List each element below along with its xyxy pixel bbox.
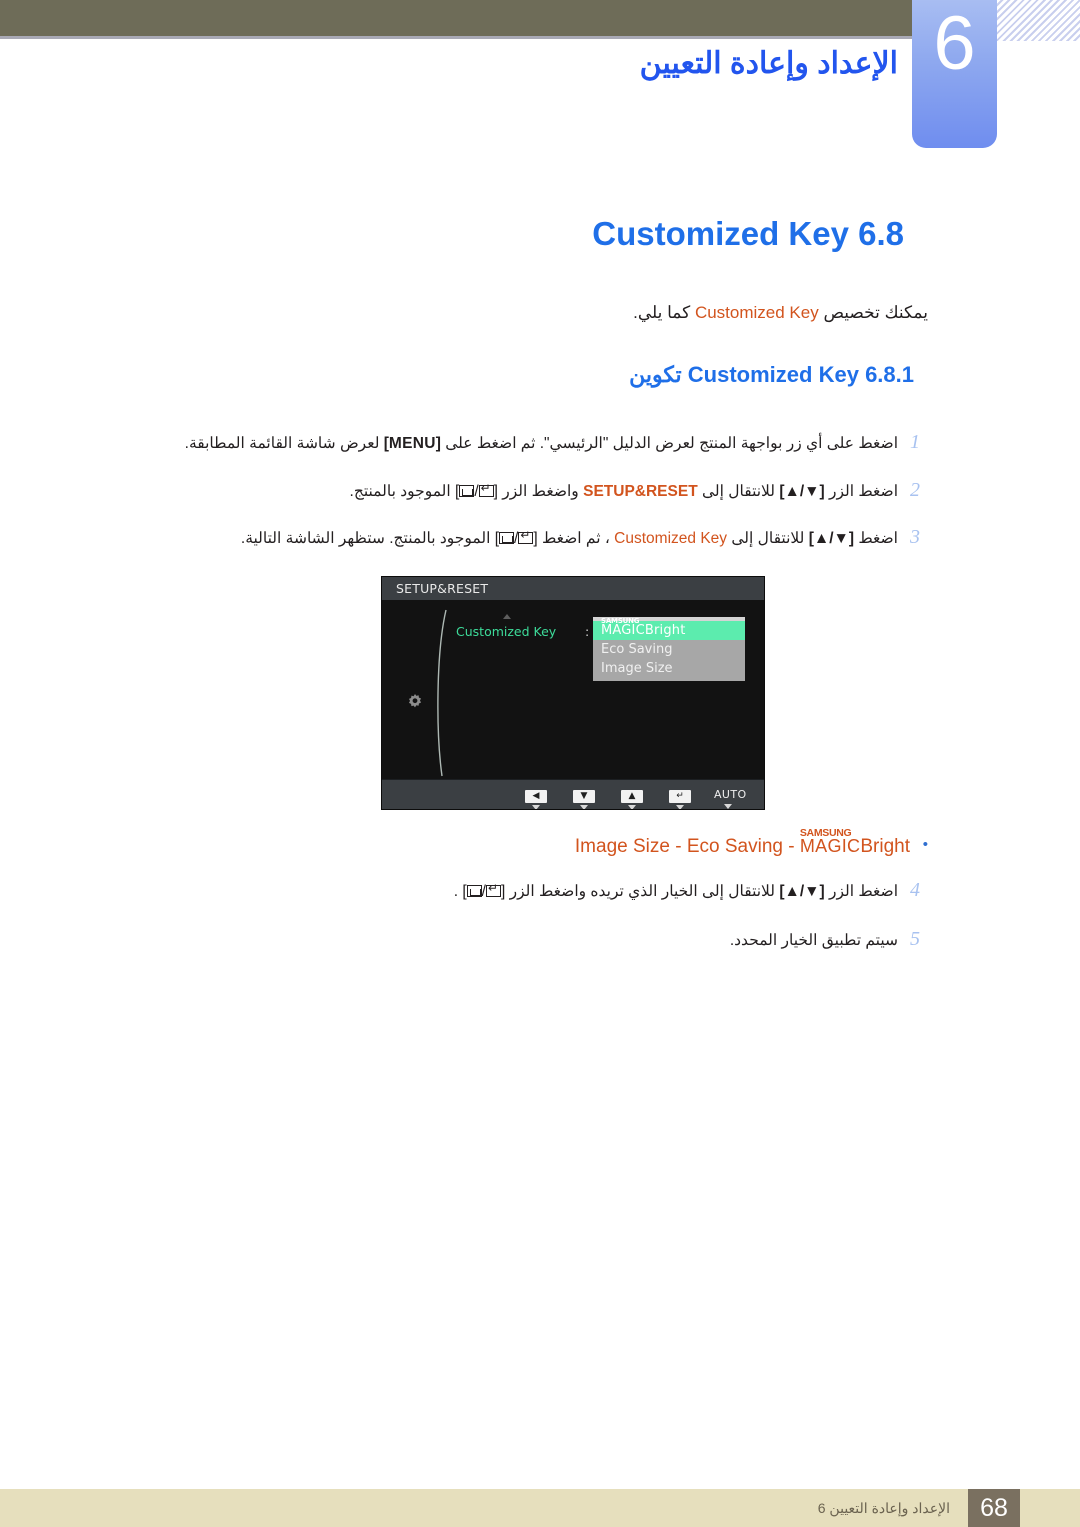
page-content: 6.8 Customized Key يمكنك تخصيص Customize… bbox=[0, 0, 1080, 1527]
step-text-d: الموجود بالمنتج. ستظهر الشاشة التالية. bbox=[240, 530, 491, 547]
osd-button-up[interactable]: ▲ bbox=[618, 783, 646, 809]
osd-button-auto[interactable]: AUTO bbox=[714, 783, 746, 809]
osd-menu-item-eco-saving[interactable]: Eco Saving bbox=[593, 640, 745, 659]
section-heading: 6.8 Customized Key bbox=[592, 215, 920, 253]
step-4: 4 اضغط الزر [▲/▼] للانتقال إلى الخيار الذ… bbox=[454, 876, 928, 904]
step-key-menu: [MENU] bbox=[383, 435, 441, 452]
bright-word: Bright bbox=[644, 623, 686, 638]
step-text-c: ، ثم اضغط bbox=[541, 530, 610, 547]
button-tick-icon bbox=[580, 805, 588, 809]
section-intro: يمكنك تخصيص Customized Key كما يلي. bbox=[633, 303, 928, 323]
step-number: 1 bbox=[910, 431, 920, 453]
magicbright-logo-inline: SAMSUNG MAGIC bbox=[799, 827, 861, 858]
osd-button-down[interactable]: ▼ bbox=[570, 783, 598, 809]
subsection-title-ar: تكوين bbox=[629, 362, 682, 387]
step-number: 5 bbox=[910, 928, 920, 950]
step-2: 2 اضغط الزر [▲/▼] للانتقال إلى SETUP&RESE… bbox=[350, 476, 928, 504]
step-text-b: للانتقال إلى الخيار الذي تريده واضغط الز… bbox=[509, 883, 776, 900]
down-arrow-icon: ▼ bbox=[573, 790, 595, 803]
enter-icon: ↵ bbox=[669, 790, 691, 803]
subsection-title-ltr: Customized Key bbox=[687, 362, 859, 387]
step-highlight-setup-reset: SETUP&RESET bbox=[583, 483, 698, 500]
footer-chapter-text: الإعداد وإعادة التعيين 6 bbox=[817, 1500, 950, 1516]
subsection-heading: 6.8.1 Customized Key تكوين bbox=[629, 362, 928, 388]
step-key-enter-window: [/] bbox=[495, 529, 538, 547]
magic-word: MAGIC bbox=[799, 836, 861, 856]
step-text-d: الموجود بالمنتج. bbox=[349, 483, 451, 500]
step-key-enter-window: [/] bbox=[455, 482, 498, 500]
step-text-b: للانتقال إلى bbox=[701, 483, 776, 500]
options-bullet-line: • Image Size - Eco Saving - SAMSUNG MAGICB… bbox=[574, 827, 928, 858]
enter-icon bbox=[485, 882, 501, 897]
osd-button-bar: ◀ ▼ ▲ ↵ AUTO bbox=[382, 779, 764, 809]
osd-menu-item-magicbright[interactable]: SAMSUNG MAGIC Bright bbox=[593, 617, 745, 640]
step-text-b: للانتقال إلى bbox=[731, 530, 805, 547]
section-number: 6.8 bbox=[858, 215, 904, 252]
intro-text-after: كما يلي. bbox=[633, 303, 691, 322]
step-number: 3 bbox=[910, 526, 920, 548]
left-arrow-icon: ◀ bbox=[525, 790, 547, 803]
step-key-updown: [▲/▼] bbox=[808, 530, 855, 547]
osd-row-label: Customized Key bbox=[456, 624, 557, 639]
step-number: 2 bbox=[910, 479, 920, 501]
step-key-updown: [▲/▼] bbox=[779, 883, 825, 900]
magic-word: MAGIC bbox=[601, 623, 645, 638]
button-tick-icon bbox=[532, 805, 540, 809]
section-title: Customized Key bbox=[592, 215, 849, 252]
osd-colon: : bbox=[585, 624, 590, 639]
osd-button-row: ◀ ▼ ▲ ↵ AUTO bbox=[522, 783, 764, 809]
osd-title: SETUP&RESET bbox=[396, 581, 489, 596]
step-key-enter-window: [/] bbox=[462, 882, 505, 900]
osd-body: Customized Key : SAMSUNG MAGIC Bright Ec… bbox=[382, 600, 764, 782]
window-icon bbox=[499, 532, 515, 544]
intro-text-before: يمكنك تخصيص bbox=[823, 303, 928, 322]
step-1: 1 اضغط على أي زر بواجهة المنتج لعرض الدلي… bbox=[185, 428, 928, 456]
samsung-superscript: SAMSUNG bbox=[601, 617, 640, 625]
up-arrow-icon: ▲ bbox=[621, 790, 643, 803]
enter-icon bbox=[478, 482, 494, 497]
magicbright-logo: SAMSUNG MAGIC bbox=[601, 617, 645, 640]
step-key-updown: [▲/▼] bbox=[779, 483, 825, 500]
step-text-a: اضغط الزر bbox=[828, 483, 898, 500]
button-tick-icon bbox=[676, 805, 684, 809]
osd-title-bar: SETUP&RESET bbox=[382, 577, 764, 600]
subsection-number: 6.8.1 bbox=[865, 362, 914, 387]
osd-button-left[interactable]: ◀ bbox=[522, 783, 550, 809]
osd-button-enter[interactable]: ↵ bbox=[666, 783, 694, 809]
osd-up-indicator-icon bbox=[503, 614, 511, 619]
enter-icon bbox=[518, 529, 534, 544]
footer-page-number: 68 bbox=[980, 1494, 1008, 1522]
step-highlight-customized-key: Customized Key bbox=[614, 530, 728, 547]
osd-dropdown-menu[interactable]: SAMSUNG MAGIC Bright Eco Saving Image Si… bbox=[593, 617, 745, 681]
options-rest: Image Size - Eco Saving - bbox=[574, 836, 800, 857]
window-icon bbox=[459, 485, 475, 497]
osd-button-power[interactable]: ⏻ bbox=[762, 783, 764, 809]
osd-scroll-curve bbox=[437, 609, 447, 777]
osd-menu-item-image-size[interactable]: Image Size bbox=[593, 659, 745, 678]
bullet-dot-icon: • bbox=[922, 836, 928, 853]
step-text-c: واضغط الزر bbox=[502, 483, 579, 500]
step-number: 4 bbox=[910, 879, 920, 901]
step-text-a: سيتم تطبيق الخيار المحدد. bbox=[729, 932, 898, 949]
step-3: 3اضغط [▲/▼] للانتقال إلى Customized Key … bbox=[241, 523, 928, 551]
options-text: Image Size - Eco Saving - SAMSUNG MAGICBr… bbox=[574, 827, 910, 858]
gear-icon bbox=[408, 694, 422, 708]
step-text-a: اضغط على أي زر بواجهة المنتج لعرض الدليل… bbox=[445, 435, 898, 452]
step-text-a: اضغط bbox=[858, 530, 898, 547]
step-text-b: لعرض شاشة القائمة المطابقة. bbox=[184, 435, 380, 452]
osd-screenshot: SETUP&RESET Customized Key : SAMSUNG MAG… bbox=[381, 576, 765, 810]
button-tick-icon bbox=[724, 804, 732, 809]
window-icon bbox=[466, 885, 482, 897]
auto-label: AUTO bbox=[714, 788, 747, 801]
intro-highlight: Customized Key bbox=[694, 303, 819, 322]
bright-word: Bright bbox=[860, 836, 910, 857]
step-text-d: . bbox=[453, 883, 459, 900]
button-tick-icon bbox=[628, 805, 636, 809]
step-text-a: اضغط الزر bbox=[828, 883, 898, 900]
step-5: 5 سيتم تطبيق الخيار المحدد. bbox=[730, 925, 928, 953]
samsung-superscript: SAMSUNG bbox=[799, 827, 852, 839]
